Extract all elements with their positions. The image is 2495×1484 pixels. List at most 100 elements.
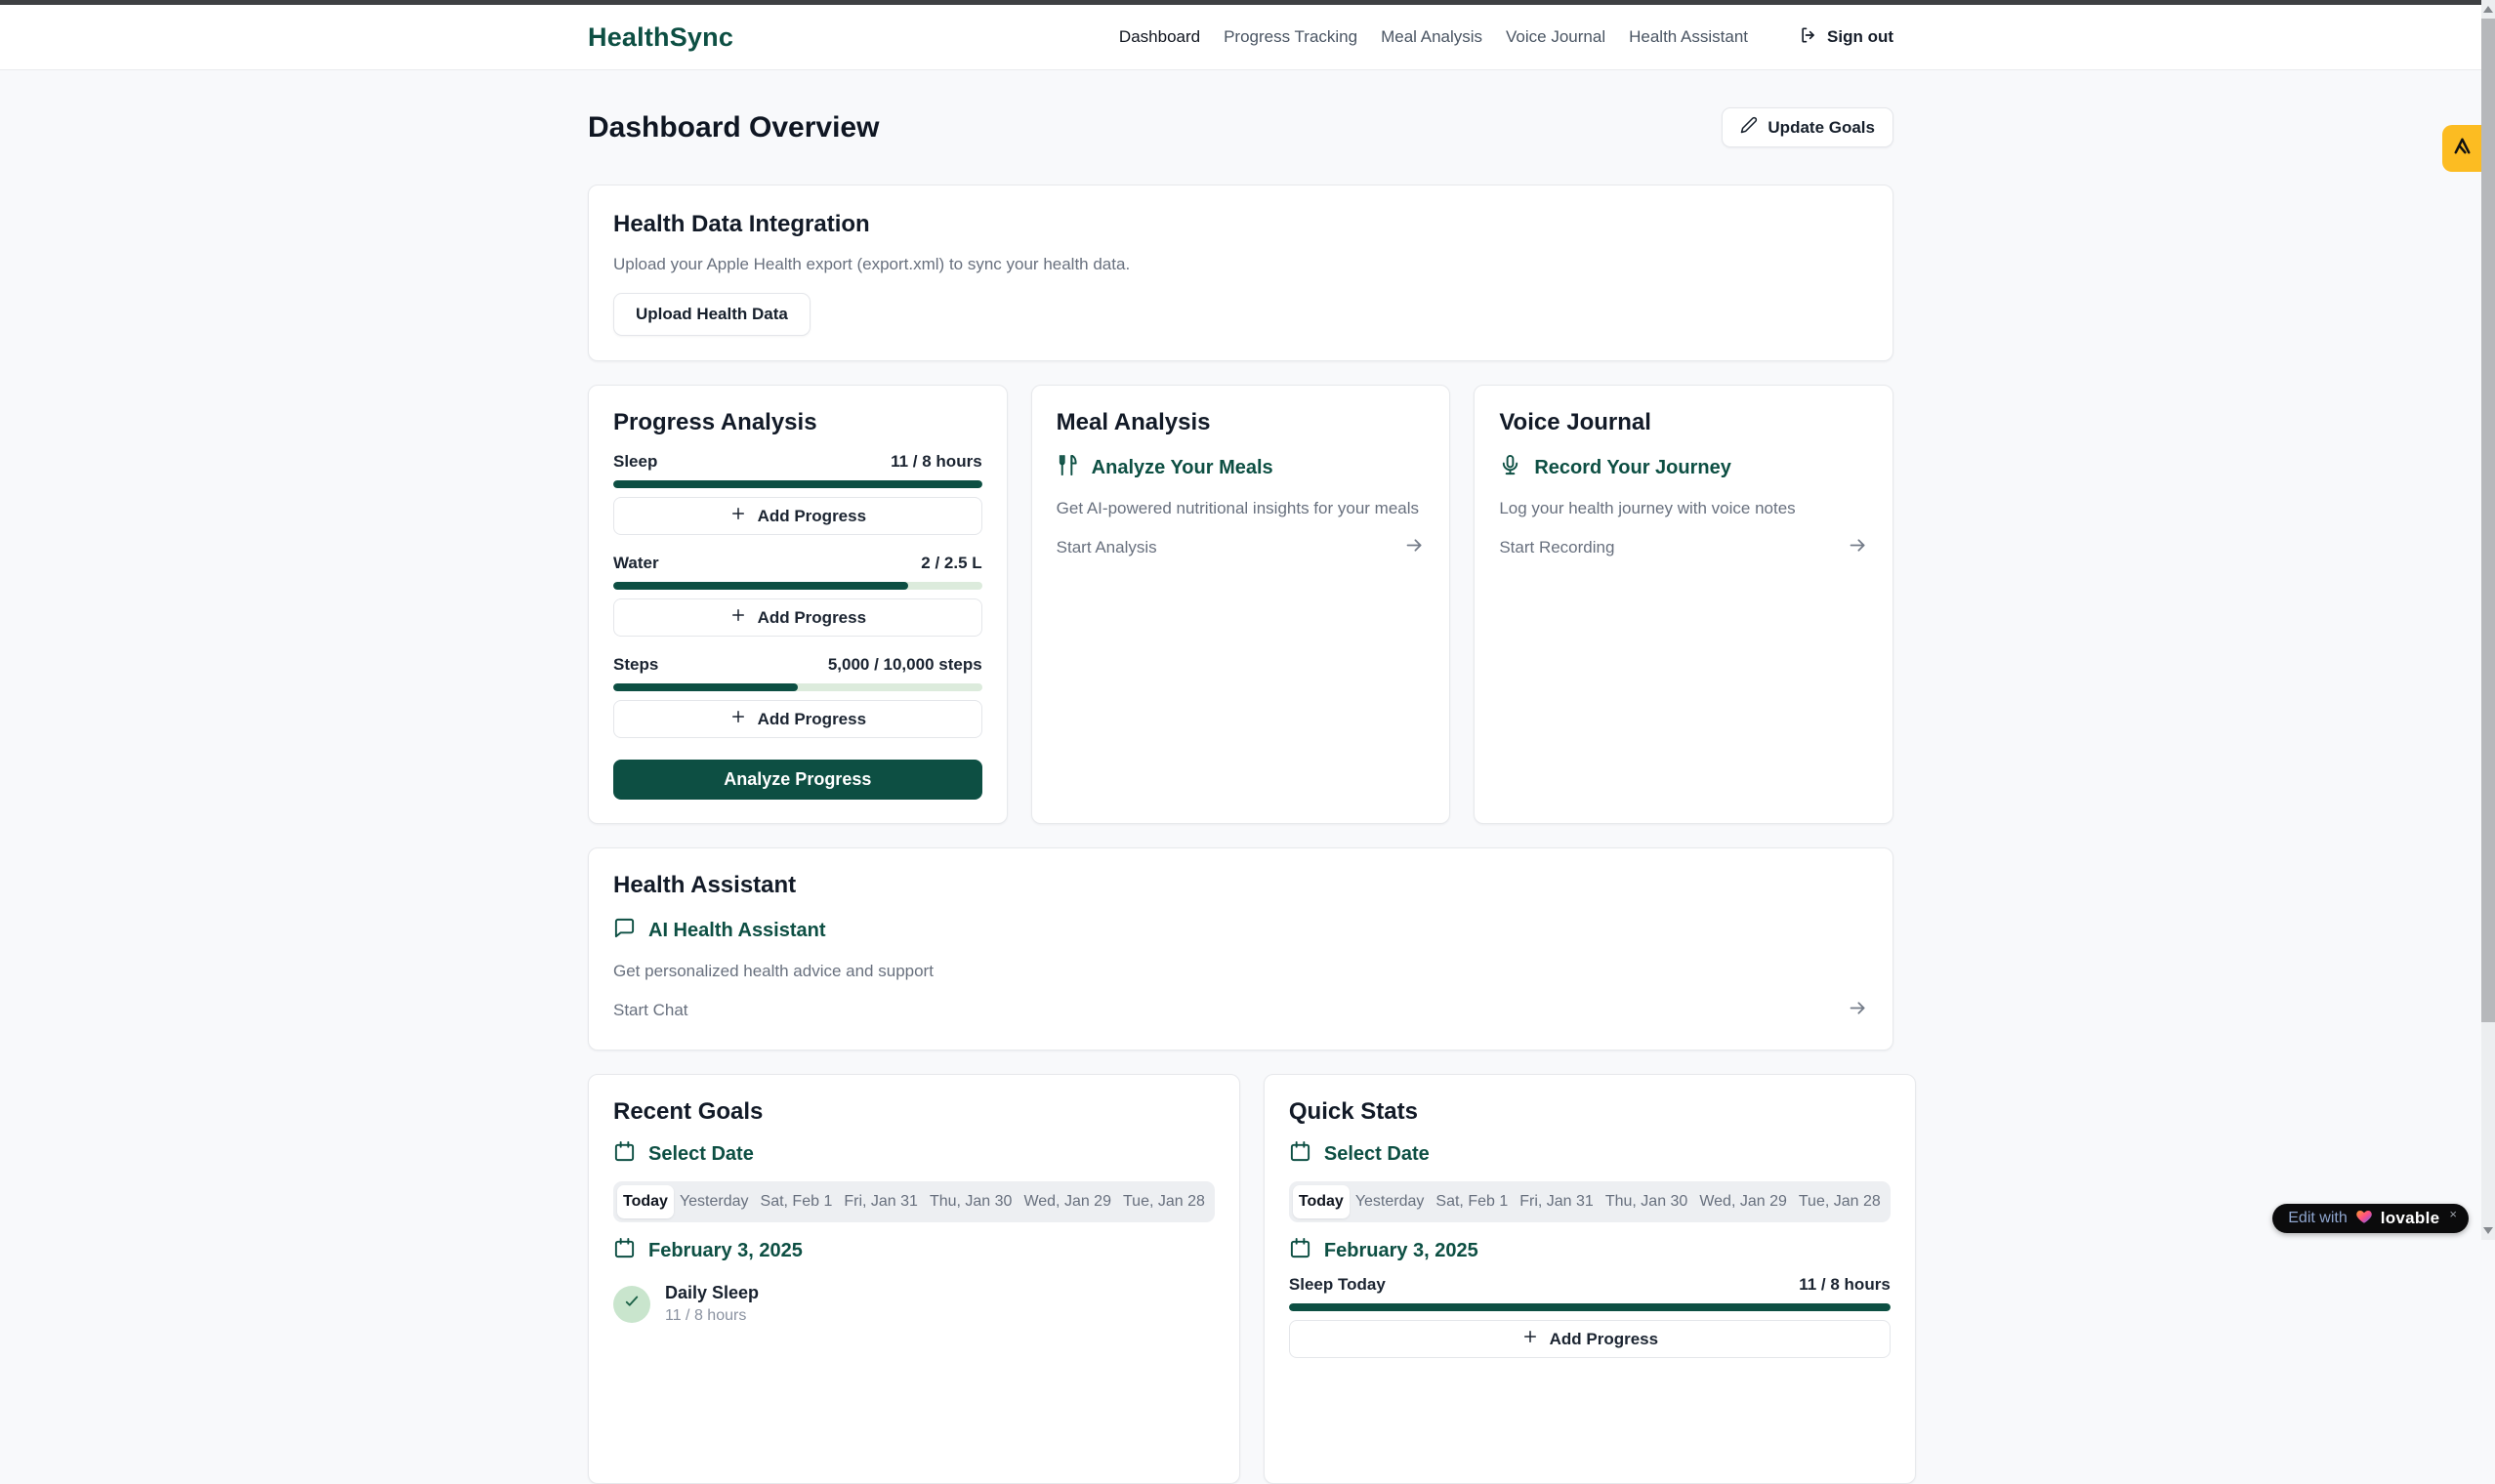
progress-analysis-title: Progress Analysis (613, 409, 982, 436)
scrollbar-up-arrow-icon[interactable] (2483, 6, 2493, 13)
feature-card-row: Progress Analysis Sleep 11 / 8 hours Add… (588, 385, 1893, 824)
arrow-right-icon (1404, 535, 1425, 560)
quick-stats-card: Quick Stats Select Date Today Yesterday … (1264, 1074, 1916, 1484)
progress-bar-fill (1289, 1303, 1891, 1311)
add-progress-water-button[interactable]: Add Progress (613, 598, 982, 637)
voice-journal-description: Log your health journey with voice notes (1499, 498, 1868, 518)
start-analysis-action[interactable]: Start Analysis (1057, 535, 1426, 560)
progress-bar-fill (613, 582, 908, 590)
progress-analysis-card: Progress Analysis Sleep 11 / 8 hours Add… (588, 385, 1008, 824)
metric-label: Steps (613, 655, 658, 675)
scrollbar-thumb[interactable] (2481, 19, 2495, 1022)
scrollbar-down-arrow-icon[interactable] (2483, 1227, 2493, 1234)
select-date-toggle[interactable]: Select Date (1289, 1140, 1891, 1169)
main-content: Dashboard Overview Update Goals Health D… (588, 70, 1893, 1484)
voice-journal-card: Voice Journal Record Your Journey Log yo… (1474, 385, 1893, 824)
goal-list-item: Daily Sleep 11 / 8 hours (613, 1283, 1215, 1325)
nav-item-dashboard[interactable]: Dashboard (1119, 27, 1200, 47)
date-tab-fri-jan-31[interactable]: Fri, Jan 31 (1514, 1185, 1600, 1218)
date-tab-sat-feb-1[interactable]: Sat, Feb 1 (1430, 1185, 1514, 1218)
calendar-icon (1289, 1140, 1311, 1169)
date-tab-tue-jan-28[interactable]: Tue, Jan 28 (1117, 1185, 1211, 1218)
stat-value: 11 / 8 hours (1799, 1275, 1891, 1295)
date-tab-yesterday[interactable]: Yesterday (674, 1185, 755, 1218)
nav-item-voice-journal[interactable]: Voice Journal (1506, 27, 1605, 47)
recent-goals-card: Recent Goals Select Date Today Yesterday… (588, 1074, 1240, 1484)
date-tab-wed-jan-29[interactable]: Wed, Jan 29 (1018, 1185, 1117, 1218)
health-assistant-description: Get personalized health advice and suppo… (613, 961, 1868, 981)
calendar-icon (613, 1140, 636, 1169)
quick-stats-title: Quick Stats (1289, 1098, 1891, 1126)
upload-health-data-button[interactable]: Upload Health Data (613, 293, 811, 336)
calendar-icon (613, 1237, 636, 1265)
date-tab-thu-jan-30[interactable]: Thu, Jan 30 (1600, 1185, 1694, 1218)
date-tab-today[interactable]: Today (1293, 1185, 1350, 1218)
analyze-your-meals-link[interactable]: Analyze Your Meals (1057, 454, 1426, 482)
lovable-brand-label: lovable (2381, 1209, 2440, 1228)
add-progress-label: Add Progress (758, 710, 866, 729)
sign-out-button[interactable]: Sign out (1799, 25, 1893, 50)
metric-row-steps: Steps 5,000 / 10,000 steps (613, 655, 982, 675)
edit-with-label: Edit with (2288, 1210, 2347, 1227)
select-date-toggle[interactable]: Select Date (613, 1140, 1215, 1169)
date-tab-strip: Today Yesterday Sat, Feb 1 Fri, Jan 31 T… (613, 1181, 1215, 1222)
recent-goals-title: Recent Goals (613, 1098, 1215, 1126)
date-tab-sat-feb-1[interactable]: Sat, Feb 1 (755, 1185, 839, 1218)
date-tab-tue-jan-28[interactable]: Tue, Jan 28 (1793, 1185, 1887, 1218)
add-progress-label: Add Progress (1550, 1330, 1658, 1349)
analyze-progress-button[interactable]: Analyze Progress (613, 760, 982, 800)
goal-value: 11 / 8 hours (665, 1307, 759, 1325)
edit-with-lovable-badge[interactable]: Edit with lovable × (2272, 1204, 2469, 1233)
start-chat-label: Start Chat (613, 1001, 688, 1020)
meal-analysis-title: Meal Analysis (1057, 409, 1426, 436)
add-progress-steps-button[interactable]: Add Progress (613, 700, 982, 738)
metric-value: 5,000 / 10,000 steps (828, 655, 982, 675)
sign-out-label: Sign out (1827, 27, 1893, 47)
date-tab-wed-jan-29[interactable]: Wed, Jan 29 (1693, 1185, 1793, 1218)
update-goals-label: Update Goals (1767, 118, 1875, 138)
date-tab-today[interactable]: Today (617, 1185, 674, 1218)
close-icon[interactable]: × (2449, 1207, 2457, 1221)
plus-icon (729, 708, 747, 730)
add-progress-sleep-button[interactable]: Add Progress (613, 497, 982, 535)
start-chat-action[interactable]: Start Chat (613, 998, 1868, 1023)
plus-icon (729, 505, 747, 527)
health-assistant-title: Health Assistant (613, 872, 1868, 899)
progress-bar-fill (613, 480, 982, 488)
bottom-card-row: Recent Goals Select Date Today Yesterday… (588, 1074, 1893, 1484)
side-widget-badge[interactable] (2442, 125, 2481, 172)
update-goals-button[interactable]: Update Goals (1722, 107, 1893, 147)
plus-icon (1521, 1328, 1539, 1350)
progress-bar-water (613, 582, 982, 590)
metric-value: 11 / 8 hours (891, 452, 982, 472)
chat-bubble-icon (613, 917, 636, 945)
progress-bar-fill (613, 683, 798, 691)
add-progress-label: Add Progress (758, 608, 866, 628)
stat-row-sleep-today: Sleep Today 11 / 8 hours (1289, 1275, 1891, 1295)
metric-row-water: Water 2 / 2.5 L (613, 554, 982, 573)
date-tab-thu-jan-30[interactable]: Thu, Jan 30 (924, 1185, 1019, 1218)
nav-item-meal-analysis[interactable]: Meal Analysis (1381, 27, 1482, 47)
health-data-title: Health Data Integration (613, 211, 1868, 238)
metric-label: Sleep (613, 452, 657, 472)
date-tab-yesterday[interactable]: Yesterday (1350, 1185, 1431, 1218)
nav-item-progress-tracking[interactable]: Progress Tracking (1224, 27, 1357, 47)
record-your-journey-link[interactable]: Record Your Journey (1499, 454, 1868, 482)
nav-item-health-assistant[interactable]: Health Assistant (1629, 27, 1748, 47)
start-recording-action[interactable]: Start Recording (1499, 535, 1868, 560)
progress-bar-sleep-today (1289, 1303, 1891, 1311)
health-data-integration-card: Health Data Integration Upload your Appl… (588, 185, 1893, 361)
date-tab-fri-jan-31[interactable]: Fri, Jan 31 (838, 1185, 924, 1218)
goal-name: Daily Sleep (665, 1283, 759, 1303)
selected-date-display[interactable]: February 3, 2025 (613, 1237, 1215, 1265)
progress-bar-steps (613, 683, 982, 691)
selected-date-display[interactable]: February 3, 2025 (1289, 1237, 1891, 1265)
badge-logo-icon (2451, 135, 2474, 162)
brand-logo[interactable]: HealthSync (588, 22, 733, 53)
add-progress-sleep-today-button[interactable]: Add Progress (1289, 1320, 1891, 1358)
utensils-icon (1057, 454, 1079, 482)
ai-health-assistant-link[interactable]: AI Health Assistant (613, 917, 1868, 945)
select-date-label: Select Date (648, 1143, 754, 1166)
add-progress-label: Add Progress (758, 507, 866, 526)
vertical-scrollbar[interactable] (2481, 0, 2495, 1240)
